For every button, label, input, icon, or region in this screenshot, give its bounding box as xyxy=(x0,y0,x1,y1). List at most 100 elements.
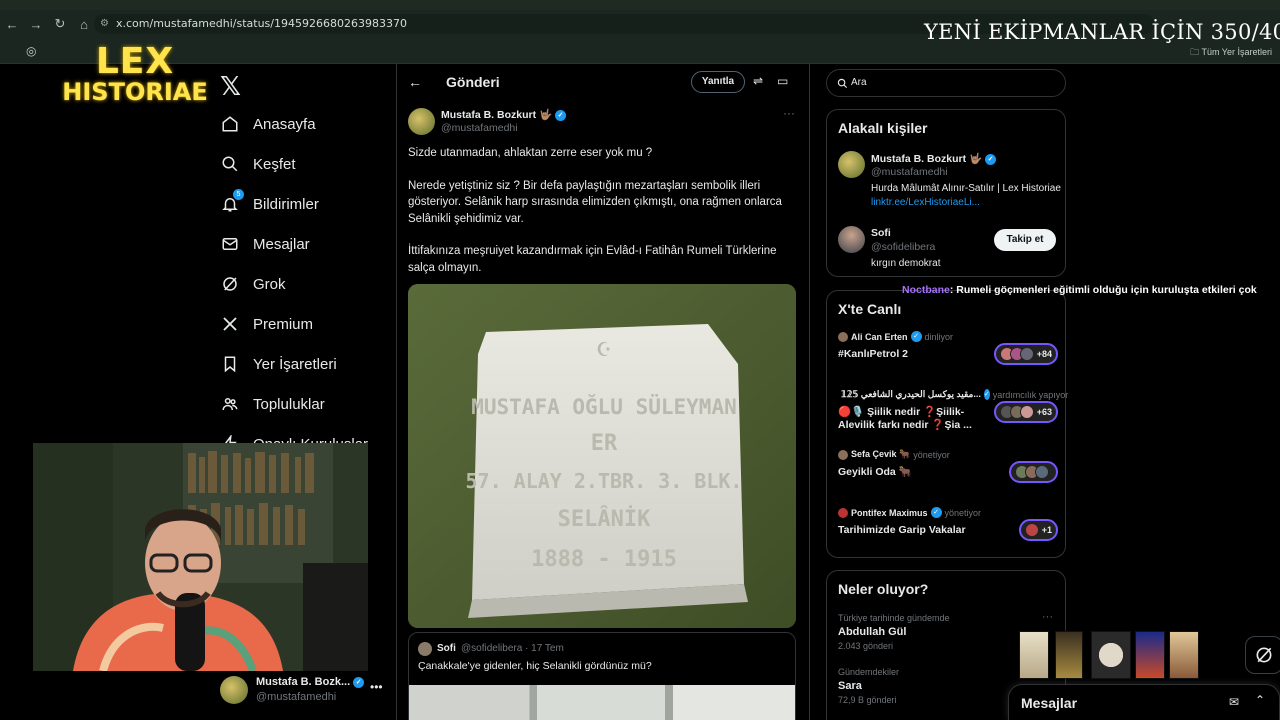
new-message-icon[interactable]: ✉ xyxy=(1229,695,1239,709)
quote-author: Sofi xyxy=(437,643,456,654)
reply-button[interactable]: Yanıtla xyxy=(691,71,745,93)
listener-count: +63 xyxy=(1036,407,1052,417)
post-paragraph: Sizde utanmadan, ahlaktan zerre eser yok… xyxy=(408,147,653,159)
live-host-status: yönetiyor xyxy=(913,449,950,460)
search-box[interactable]: Ara xyxy=(826,69,1066,97)
gravestone-line: MUSTAFA OĞLU SÜLEYMAN xyxy=(471,394,737,419)
logo-line-1: LEX xyxy=(95,41,175,82)
quoted-post[interactable]: Sofi @sofidelibera · 17 Tem Çanakkale'ye… xyxy=(408,632,796,720)
follow-button[interactable]: Takip et xyxy=(994,229,1056,251)
bio-link[interactable]: linktr.ee/LexHistoriaeLi... xyxy=(871,197,980,208)
verified-icon: ✓ xyxy=(555,109,567,121)
account-name: Mustafa B. Bozk... ✓ xyxy=(256,676,365,688)
live-listeners[interactable] xyxy=(1009,461,1058,483)
book-cover-image xyxy=(1135,631,1165,679)
main-column: ← Gönderi Yanıtla ⇌ ▭ Mustafa B. Bozkurt… xyxy=(396,64,810,720)
sidebar-item-label: Grok xyxy=(253,275,286,293)
grok-icon xyxy=(1256,647,1272,663)
avatar[interactable] xyxy=(408,108,435,135)
sidebar-item-home[interactable]: Anasayfa xyxy=(220,104,368,144)
people-icon xyxy=(220,394,240,414)
live-host-name: مقيد يوكسل الحيدري الشافعي 𝟙𝟚𝟝... xyxy=(841,389,981,399)
bookmark-icon xyxy=(220,354,240,374)
live-host-status: yardımcılık yapıyor xyxy=(992,389,1069,400)
avatar xyxy=(838,331,848,342)
sliders-icon[interactable]: ⇌ xyxy=(753,74,763,88)
live-item[interactable]: Sefa Çevik 🐂 yönetiyor Geyikli Oda 🐂 xyxy=(838,449,1058,499)
home-browser-icon[interactable]: ⌂ xyxy=(72,17,96,32)
stream-goal-overlay: YENİ EKİPMANLAR İÇİN 350/400 xyxy=(924,20,1280,44)
post-text: Sizde utanmadan, ahlaktan zerre eser yok… xyxy=(408,145,800,292)
forward-arrow-icon[interactable]: → xyxy=(24,17,48,32)
avatar[interactable] xyxy=(838,226,865,253)
chevron-up-icon[interactable]: ⌃ xyxy=(1255,693,1265,707)
site-settings-icon[interactable]: ⚙ xyxy=(100,14,109,34)
book-cover-image xyxy=(1091,631,1131,679)
sidebar-item-bookmarks[interactable]: Yer İşaretleri xyxy=(220,344,368,384)
live-host-status: yönetiyor xyxy=(944,507,982,518)
live-host: مقيد يوكسل الحيدري الشافعي 𝟙𝟚𝟝... ✓ yardım… xyxy=(838,389,1068,400)
grok-floating-button[interactable] xyxy=(1245,636,1280,674)
live-item[interactable]: مقيد يوكسل الحيدري الشافعي 𝟙𝟚𝟝... ✓ yardım… xyxy=(838,389,1068,439)
live-spaces-card: X'te Canlı Ali Can Erten ✓ dinliyor #Kanlı… xyxy=(826,290,1068,558)
mail-icon xyxy=(220,234,240,254)
post-image[interactable]: ☪ MUSTAFA OĞLU SÜLEYMAN ER 57. ALAY 2.TB… xyxy=(408,284,796,628)
person-name[interactable]: Mustafa B. Bozkurt 🤟🏽 ✓ xyxy=(871,152,997,165)
more-dots-icon[interactable]: ••• xyxy=(370,680,383,694)
live-item[interactable]: Pontifex Maximus ✓ yönetiyor Tarihimizde G… xyxy=(838,507,1058,557)
sidebar-item-label: Bildirimler xyxy=(253,195,319,213)
more-dots-icon[interactable]: ··· xyxy=(783,106,795,120)
quote-text: Çanakkale'ye gidenler, hiç Selanikli gör… xyxy=(418,660,652,672)
search-icon xyxy=(220,154,240,174)
grok-icon xyxy=(220,274,240,294)
live-listeners[interactable]: +63 xyxy=(993,401,1058,423)
card-title: X'te Canlı xyxy=(838,301,902,317)
sidebar-item-label: Topluluklar xyxy=(253,395,325,413)
person-bio: Hurda Mâlumât Alınır-Satılır | Lex Histo… xyxy=(871,182,1061,210)
reader-view-icon[interactable]: ▭ xyxy=(777,74,788,88)
sidebar-item-communities[interactable]: Topluluklar xyxy=(220,384,368,424)
person-bio: kırgın demokrat xyxy=(871,258,941,269)
sidebar-item-messages[interactable]: Mesajlar xyxy=(220,224,368,264)
reload-icon[interactable]: ↻ xyxy=(48,16,72,32)
sidebar-item-notifications[interactable]: 5 Bildirimler xyxy=(220,184,368,224)
post-author-name: Mustafa B. Bozkurt 🤟🏽 xyxy=(441,109,553,121)
gravestone-line: 57. ALAY 2.TBR. 3. BLK. xyxy=(466,469,743,493)
account-switcher[interactable]: Mustafa B. Bozk... ✓ @mustafamedhi ••• xyxy=(220,674,390,704)
sidebar-item-explore[interactable]: Keşfet xyxy=(220,144,368,184)
x-logo-icon[interactable]: 𝕏 xyxy=(220,72,241,102)
webcam-image xyxy=(33,443,368,671)
back-arrow-icon[interactable]: ← xyxy=(0,17,24,32)
sidebar-item-label: Yer İşaretleri xyxy=(253,355,337,373)
sidebar-item-label: Mesajlar xyxy=(253,235,310,253)
stream-supporter-overlay xyxy=(1019,631,1201,681)
live-listeners[interactable]: +84 xyxy=(993,343,1058,365)
verified-icon: ✓ xyxy=(983,389,990,400)
live-host: Ali Can Erten ✓ dinliyor xyxy=(838,331,1058,342)
search-input[interactable]: Ara xyxy=(851,77,867,88)
messages-drawer[interactable]: Mesajlar ✉ ⌃ xyxy=(1008,684,1280,720)
post-header: ← Gönderi Yanıtla ⇌ ▭ xyxy=(397,64,811,100)
url-text: x.com/mustafamedhi/status/19459266802639… xyxy=(116,17,407,30)
all-bookmarks-folder[interactable]: 🗀 Tüm Yer İşaretleri xyxy=(1190,45,1272,61)
live-listeners[interactable]: +1 xyxy=(1018,519,1058,541)
lex-historiae-logo: LEX HISTORIAE xyxy=(60,41,210,105)
sidebar-item-premium[interactable]: Premium xyxy=(220,304,368,344)
listener-count: +84 xyxy=(1036,349,1052,359)
post-paragraph: Nerede yetiştiniz siz ? Bir defa paylaşt… xyxy=(408,179,782,225)
verified-icon: ✓ xyxy=(910,331,922,342)
person-name[interactable]: Sofi xyxy=(871,227,891,239)
post-handle[interactable]: @mustafamedhi xyxy=(441,122,518,134)
back-arrow-icon[interactable]: ← xyxy=(408,74,422,90)
quote-image[interactable] xyxy=(409,685,795,720)
person-name-text: Mustafa B. Bozkurt 🤟🏽 xyxy=(871,153,983,165)
live-title: Tarihimizde Garip Vakalar xyxy=(838,524,966,536)
bookmark-favicon-icon[interactable]: ◎ xyxy=(26,44,36,58)
post-author[interactable]: Mustafa B. Bozkurt 🤟🏽 ✓ xyxy=(441,108,567,121)
card-title: Neler oluyor? xyxy=(838,581,929,597)
live-host-name: Ali Can Erten xyxy=(851,331,908,342)
avatar[interactable] xyxy=(838,151,865,178)
live-item[interactable]: Ali Can Erten ✓ dinliyor #KanlıPetrol 2 +8… xyxy=(838,331,1058,381)
sidebar-item-grok[interactable]: Grok xyxy=(220,264,368,304)
chat-text: : Rumeli göçmenleri eğitimli olduğu için… xyxy=(949,284,1257,296)
